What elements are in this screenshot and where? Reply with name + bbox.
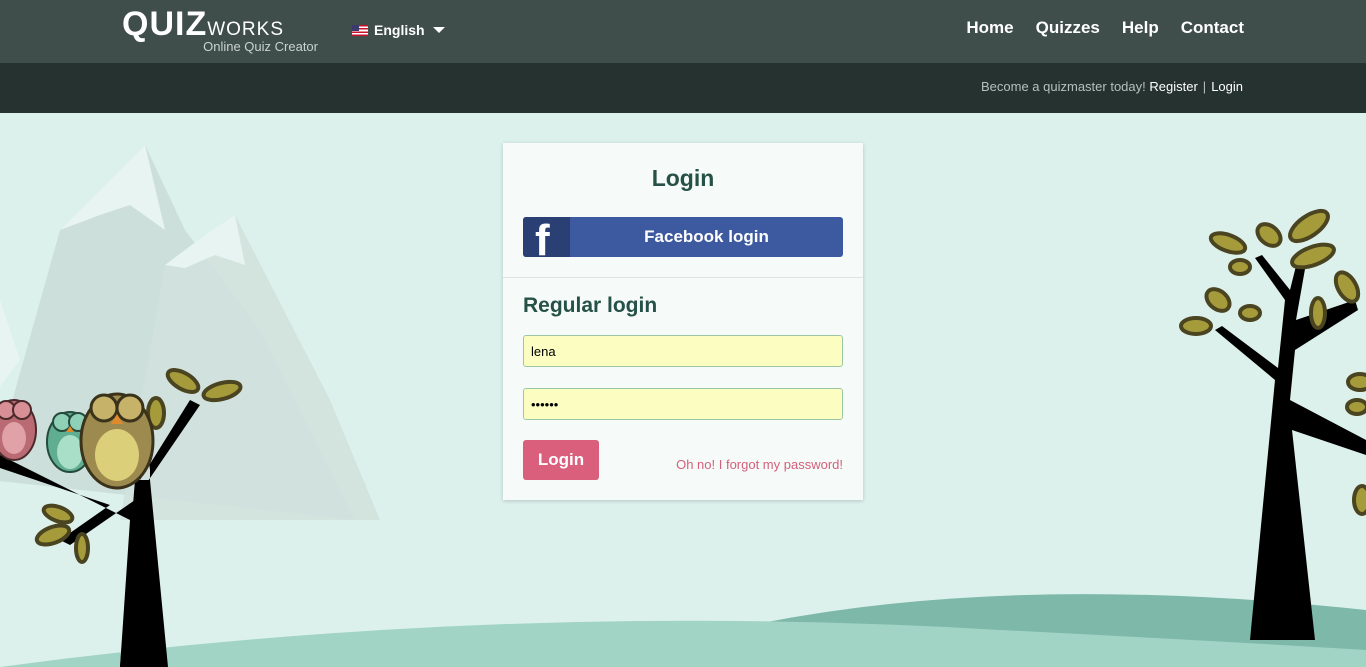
link-separator: | [1202,79,1207,94]
section-divider [503,277,863,278]
right-tree [1179,208,1366,640]
register-link[interactable]: Register [1149,79,1197,94]
nav-quizzes[interactable]: Quizzes [1036,18,1100,38]
forgot-password-link[interactable]: Oh no! I forgot my password! [676,457,843,472]
language-label: English [374,22,425,38]
logo[interactable]: QUIZWORKS Online Quiz Creator [122,6,322,58]
nav-help[interactable]: Help [1122,18,1159,38]
owl-pink [0,399,37,461]
promo-text: Become a quizmaster today! [981,79,1146,94]
logo-main-text: QUIZ [122,5,208,43]
language-selector[interactable]: English [352,20,445,40]
login-link[interactable]: Login [1211,79,1243,94]
caret-down-icon [432,27,445,33]
login-button[interactable]: Login [523,440,599,480]
owl-brown [79,392,155,490]
main-nav: Home Quizzes Help Contact [966,18,1244,38]
nav-home[interactable]: Home [966,18,1013,38]
facebook-login-button[interactable]: f Facebook login [523,217,843,257]
facebook-icon-glyph: f [535,217,550,257]
us-flag-icon [352,24,368,36]
username-field[interactable] [523,335,843,367]
regular-login-title: Regular login [523,294,658,317]
password-field[interactable] [523,388,843,420]
nav-contact[interactable]: Contact [1181,18,1244,38]
login-title: Login [651,165,715,191]
facebook-icon: f [523,217,570,257]
account-links: Become a quizmaster today! Register | Logi… [981,79,1243,94]
login-card: Login f Facebook login Regular login Log… [503,143,863,500]
logo-subtitle: Online Quiz Creator [203,39,318,54]
logo-small-text: WORKS [207,19,284,40]
facebook-login-label: Facebook login [644,227,769,246]
